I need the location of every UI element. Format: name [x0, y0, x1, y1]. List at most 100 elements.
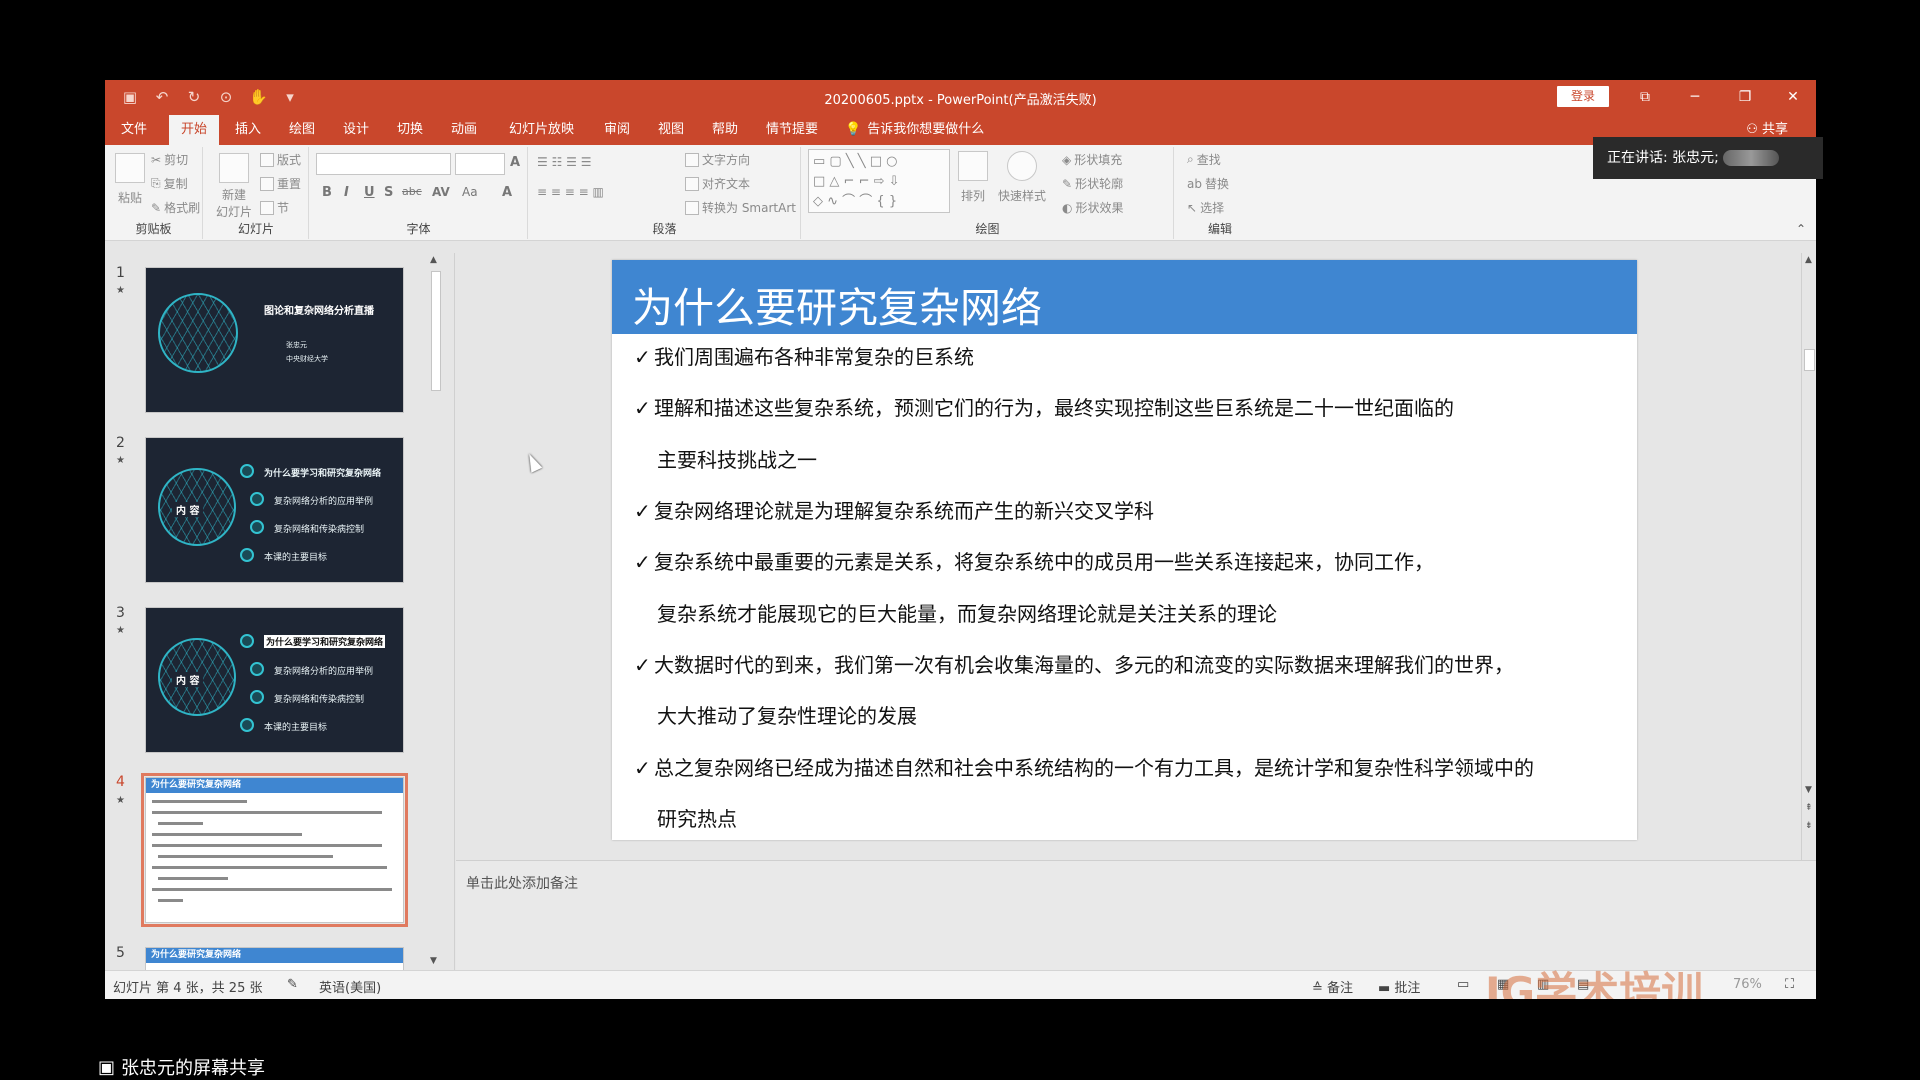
- tab-file[interactable]: 文件: [109, 115, 159, 145]
- tab-design[interactable]: 设计: [331, 115, 381, 145]
- cut-button[interactable]: ✂ 剪切: [151, 151, 188, 168]
- select-button[interactable]: ↖ 选择: [1187, 199, 1224, 216]
- notes-toggle[interactable]: ≙ 备注: [1312, 977, 1353, 996]
- grow-font-button[interactable]: A: [510, 155, 520, 170]
- zoom-level[interactable]: 76%: [1733, 977, 1762, 992]
- reset-button[interactable]: 重置: [260, 175, 301, 192]
- normal-view-icon[interactable]: ▭: [1457, 977, 1469, 992]
- font-color-button[interactable]: A: [502, 185, 512, 200]
- underline-button[interactable]: U: [364, 185, 375, 200]
- arrange-button[interactable]: 排列: [958, 151, 988, 204]
- previous-slide-icon[interactable]: ⇞: [1805, 803, 1813, 813]
- spellcheck-icon[interactable]: ✎: [287, 977, 298, 992]
- current-slide[interactable]: 为什么要研究复杂网络 ✓ 我们周围遍布各种非常复杂的巨系统 ✓ 理解和描述这些复杂系…: [612, 260, 1637, 840]
- thumbnail-slide-5[interactable]: 为什么要研究复杂网络: [145, 947, 404, 970]
- find-button[interactable]: ⌕ 查找: [1187, 151, 1221, 168]
- scroll-up-icon[interactable]: ▲: [1805, 255, 1812, 265]
- tab-home[interactable]: 开始: [169, 115, 220, 145]
- bullet-5-continued[interactable]: 大大推动了复杂性理论的发展: [657, 703, 917, 729]
- scroll-up-icon[interactable]: ▲: [430, 255, 437, 265]
- font-size-field[interactable]: [455, 153, 505, 175]
- text-direction-icon: [685, 152, 699, 167]
- tab-slideshow[interactable]: 幻灯片放映: [497, 115, 586, 145]
- bullet-3[interactable]: ✓ 复杂网络理论就是为理解复杂系统而产生的新兴交叉学科: [634, 498, 1154, 524]
- scroll-thumb[interactable]: [1804, 349, 1815, 371]
- quick-styles-button[interactable]: 快速样式: [998, 151, 1046, 204]
- login-button[interactable]: 登录: [1557, 86, 1609, 107]
- thumbnail-slide-4[interactable]: 为什么要研究复杂网络: [141, 773, 408, 927]
- next-slide-icon[interactable]: ⇟: [1805, 821, 1813, 831]
- tab-draw[interactable]: 绘图: [277, 115, 327, 145]
- comments-toggle[interactable]: ▬ 批注: [1378, 977, 1420, 996]
- font-name-field[interactable]: [316, 153, 451, 175]
- scroll-thumb[interactable]: [431, 271, 441, 391]
- bold-button[interactable]: B: [322, 185, 332, 200]
- tab-storyboard[interactable]: 情节提要: [754, 115, 830, 145]
- notes-placeholder[interactable]: 单击此处添加备注: [466, 873, 578, 893]
- shape-fill-button[interactable]: ◈ 形状填充: [1062, 151, 1122, 168]
- bullet-6[interactable]: ✓ 总之复杂网络已经成为描述自然和社会中系统结构的一个有力工具，是统计学和复杂性科…: [634, 755, 1534, 781]
- bullet-2[interactable]: ✓ 理解和描述这些复杂系统，预测它们的行为，最终实现控制这些巨系统是二十一世纪面临…: [634, 395, 1454, 421]
- slide-scrollbar[interactable]: ▲ ▼ ⇞ ⇟: [1801, 253, 1816, 873]
- shadow-button[interactable]: S: [384, 185, 393, 200]
- replace-button[interactable]: ab 替换: [1187, 175, 1229, 192]
- tab-animations[interactable]: 动画: [439, 115, 489, 145]
- scroll-down-icon[interactable]: ▼: [430, 956, 437, 966]
- fit-slide-icon[interactable]: ⛶: [1785, 977, 1794, 992]
- bullet-5[interactable]: ✓ 大数据时代的到来，我们第一次有机会收集海量的、多元的和流变的实际数据来理解我们…: [634, 652, 1514, 678]
- tab-transitions[interactable]: 切换: [385, 115, 435, 145]
- align-text-button[interactable]: 对齐文本: [685, 175, 750, 192]
- thumbnail-slide-3[interactable]: 内 容 为什么要学习和研究复杂网络 复杂网络分析的应用举例 复杂网络和传染病控制…: [145, 607, 404, 753]
- minimize-button[interactable]: ─: [1675, 84, 1715, 110]
- thumbnails-scrollbar[interactable]: ▲ ▼: [429, 253, 443, 970]
- tell-me-box[interactable]: 💡 告诉我你想要做什么: [845, 115, 984, 145]
- bullet-2-continued[interactable]: 主要科技挑战之一: [657, 447, 817, 473]
- scroll-down-icon[interactable]: ▼: [1805, 785, 1812, 795]
- tab-help[interactable]: 帮助: [700, 115, 750, 145]
- paste-button[interactable]: 粘贴: [115, 153, 145, 206]
- language-indicator[interactable]: 英语(美国): [319, 977, 381, 996]
- shape-effects-button[interactable]: ◐ 形状效果: [1062, 199, 1124, 216]
- thumbnail-slide-1[interactable]: 图论和复杂网络分析直播 张忠元 中央财经大学: [145, 267, 404, 413]
- bullet-6-continued[interactable]: 研究热点: [657, 806, 737, 832]
- close-button[interactable]: ✕: [1773, 84, 1813, 110]
- slide-editing-area: 为什么要研究复杂网络 ✓ 我们周围遍布各种非常复杂的巨系统 ✓ 理解和描述这些复杂系…: [456, 253, 1801, 860]
- bullet-4[interactable]: ✓ 复杂系统中最重要的元素是关系，将复杂系统中的成员用一些关系连接起来，协同工作，: [634, 549, 1434, 575]
- new-slide-button[interactable]: 新建 幻灯片: [216, 153, 252, 220]
- slide-title[interactable]: 为什么要研究复杂网络: [632, 274, 1042, 334]
- copy-icon: ⎘: [151, 176, 161, 190]
- format-painter-label: 格式刷: [164, 201, 201, 215]
- tab-view[interactable]: 视图: [646, 115, 696, 145]
- bullet-text: 总之复杂网络已经成为描述自然和社会中系统结构的一个有力工具，是统计学和复杂性科学…: [654, 756, 1534, 780]
- thumbnail-slide-2[interactable]: 内 容 为什么要学习和研究复杂网络 复杂网络分析的应用举例 复杂网络和传染病控制…: [145, 437, 404, 583]
- ribbon-display-icon[interactable]: ⧉: [1625, 84, 1665, 110]
- copy-button[interactable]: ⎘ 复制: [151, 175, 188, 192]
- thumb-item: 复杂网络和传染病控制: [274, 695, 365, 705]
- tab-review[interactable]: 审阅: [592, 115, 642, 145]
- arrange-icon: [958, 151, 988, 181]
- bullet-4-continued[interactable]: 复杂系统才能展现它的巨大能量，而复杂网络理论就是关注关系的理论: [657, 601, 1277, 627]
- bullet-1[interactable]: ✓ 我们周围遍布各种非常复杂的巨系统: [634, 344, 974, 370]
- align-buttons[interactable]: ≡ ≡ ≡ ≡ ▥: [537, 185, 604, 199]
- change-case-button[interactable]: Aa: [462, 185, 478, 199]
- smartart-button[interactable]: 转换为 SmartArt: [685, 199, 796, 216]
- group-label-slides: 幻灯片: [237, 222, 274, 236]
- notes-pane[interactable]: 单击此处添加备注: [456, 860, 1816, 970]
- italic-button[interactable]: I: [344, 185, 349, 200]
- section-button[interactable]: 节: [260, 199, 289, 216]
- bullets-button[interactable]: ☰ ☷ ☰ ☰: [537, 155, 591, 169]
- shapes-gallery[interactable]: ▭ ▢ ╲ ╲ □ ○ □ △ ⌐ ⌐ ⇨ ⇩ ◇ ∿ ⌒ ⌒ { }: [808, 149, 950, 213]
- strikethrough-button[interactable]: abc: [402, 185, 422, 198]
- collapse-ribbon-icon[interactable]: ⌃: [1796, 222, 1806, 236]
- maximize-button[interactable]: ❐: [1725, 84, 1765, 110]
- bullets-icon: ☰ ☷ ☰ ☰: [537, 155, 592, 169]
- format-painter-button[interactable]: ✎ 格式刷: [151, 199, 200, 216]
- group-paragraph: ☰ ☷ ☰ ☰ 文字方向 ≡ ≡ ≡ ≡ ▥ 对齐文本 转换为 SmartArt…: [529, 147, 801, 239]
- tab-insert[interactable]: 插入: [223, 115, 273, 145]
- thumb-number: 2: [116, 435, 125, 451]
- layout-button[interactable]: 版式: [260, 151, 301, 168]
- char-spacing-button[interactable]: AV: [432, 185, 450, 199]
- shape-fill-label: 形状填充: [1074, 153, 1123, 167]
- shape-outline-button[interactable]: ✎ 形状轮廓: [1062, 175, 1123, 192]
- text-direction-button[interactable]: 文字方向: [685, 151, 750, 168]
